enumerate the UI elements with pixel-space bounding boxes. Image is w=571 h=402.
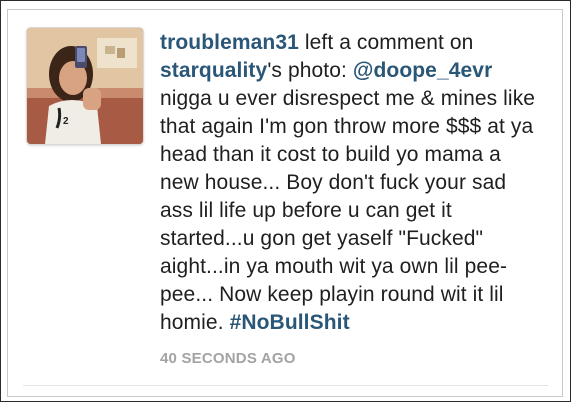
- owner-suffix-text: 's photo:: [267, 59, 353, 82]
- timestamp: 40 SECONDS AGO: [160, 350, 296, 367]
- comment-body: nigga u ever disrespect me & mines like …: [160, 87, 536, 334]
- notification-card: 2 troubleman31 left a comment on starqua…: [0, 0, 571, 402]
- hashtag-link[interactable]: #NoBullShit: [230, 311, 350, 334]
- owner-username-link[interactable]: starquality: [160, 59, 267, 82]
- actor-username-link[interactable]: troubleman31: [160, 31, 299, 54]
- user-avatar[interactable]: 2: [27, 28, 143, 144]
- action-text: left a comment on: [298, 31, 474, 54]
- avatar-photo-icon: 2: [27, 28, 143, 144]
- svg-text:2: 2: [63, 116, 69, 127]
- comment-text: troubleman31 left a comment on starquali…: [160, 29, 545, 337]
- divider: [23, 385, 548, 386]
- mention-link[interactable]: @doope_4evr: [353, 59, 492, 82]
